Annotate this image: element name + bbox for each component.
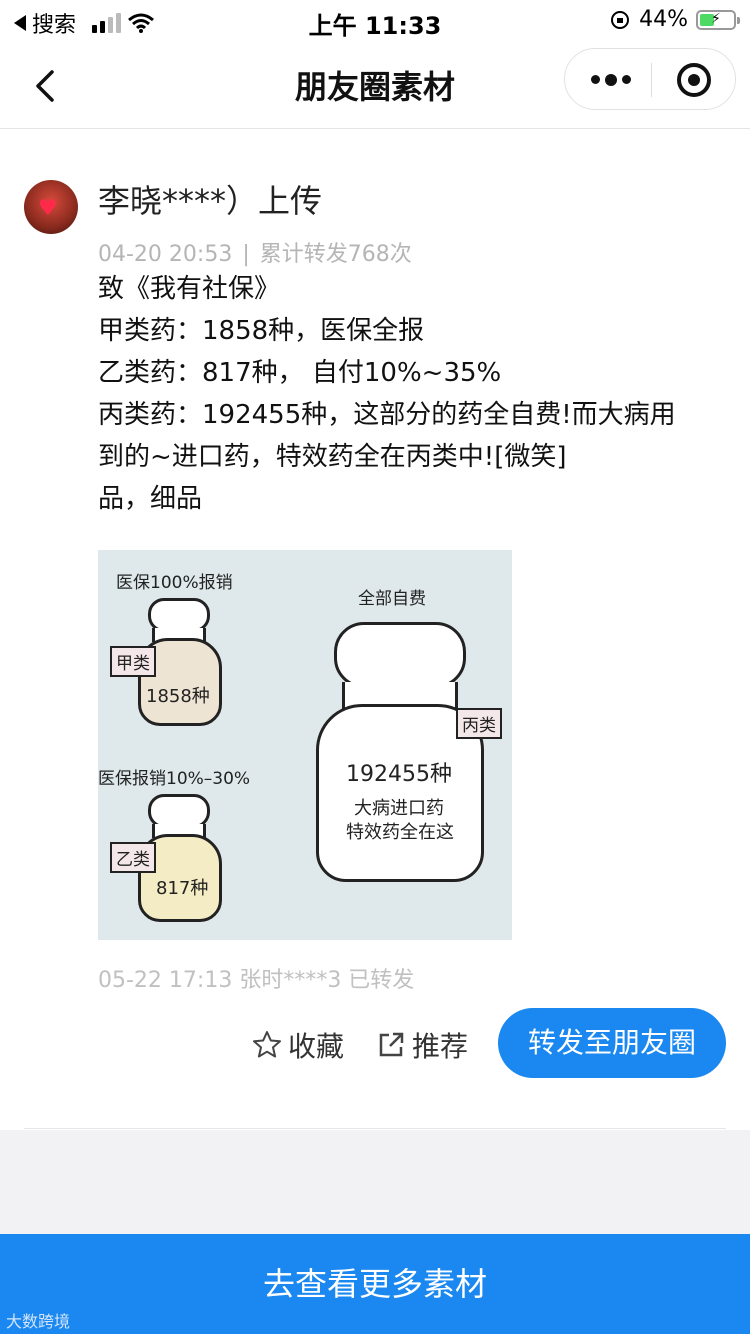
recommend-label: 推荐 bbox=[412, 1030, 469, 1063]
status-right: 44% ⚡ bbox=[609, 7, 740, 32]
count-class-b: 817种 bbox=[156, 878, 209, 899]
label-class-c: 全部自费 bbox=[358, 589, 426, 609]
post-meta: 04-20 20:53 | 累计转发768次 bbox=[98, 236, 412, 268]
tag-class-c: 丙类 bbox=[456, 708, 502, 739]
watermark-text: 大数跨境 bbox=[6, 1312, 71, 1331]
label-class-b: 医保报销10%–30% bbox=[98, 769, 251, 789]
favorite-label: 收藏 bbox=[288, 1030, 345, 1063]
desc-class-c-line2: 特效药全在这 bbox=[346, 822, 454, 843]
post-content: 致《我有社保》 甲类药：1858种，医保全报 乙类药：817种， 自付10%~3… bbox=[98, 268, 728, 520]
post-image[interactable]: 医保100%报销 甲类 1858种 医保报销10%–30% 乙类 817种 全部… bbox=[98, 550, 512, 940]
favorite-button[interactable]: 收藏 bbox=[252, 1025, 344, 1065]
nav-bar: 朋友圈素材 bbox=[0, 44, 750, 129]
share-to-moments-button[interactable]: 转发至朋友圈 bbox=[498, 1008, 726, 1078]
content-line: 品，细品 bbox=[98, 484, 203, 514]
battery-percent: 44% bbox=[639, 7, 688, 32]
uploader-name: 李晓****）上传 bbox=[98, 182, 323, 220]
content-line: 丙类药：192455种，这部分的药全自费!而大病用 bbox=[98, 400, 676, 430]
status-bar: 搜索 上午 11:33 44% ⚡ bbox=[0, 0, 750, 44]
recommend-button[interactable]: 推荐 bbox=[376, 1025, 468, 1065]
rotation-lock-icon bbox=[611, 10, 630, 29]
count-class-a: 1858种 bbox=[146, 686, 210, 707]
gray-spacer bbox=[0, 1130, 750, 1234]
star-icon bbox=[253, 1031, 281, 1058]
content-line: 甲类药：1858种，医保全报 bbox=[98, 316, 425, 346]
content-line: 乙类药：817种， 自付10%~35% bbox=[98, 358, 502, 388]
count-class-c: 192455种 bbox=[346, 762, 452, 787]
tag-class-b: 乙类 bbox=[110, 842, 156, 873]
content-line: 致《我有社保》 bbox=[98, 274, 281, 304]
label-class-a: 医保100%报销 bbox=[116, 573, 233, 593]
desc-class-c-line1: 大病进口药 bbox=[354, 798, 444, 819]
forward-count: 累计转发768次 bbox=[259, 242, 412, 267]
post-date: 04-20 20:53 bbox=[98, 242, 233, 267]
divider bbox=[24, 1128, 726, 1129]
content-line: 到的~进口药，特效药全在丙类中![微笑] bbox=[98, 442, 567, 472]
avatar[interactable]: ♥ bbox=[24, 180, 78, 234]
forward-info: 05-22 17:13 张时****3 已转发 bbox=[98, 968, 415, 993]
meta-separator: | bbox=[242, 242, 250, 267]
more-dots-icon[interactable] bbox=[591, 74, 631, 86]
share-out-icon bbox=[379, 1032, 404, 1057]
battery-icon: ⚡ bbox=[696, 9, 740, 30]
mini-program-capsule bbox=[564, 48, 736, 110]
tag-class-a: 甲类 bbox=[110, 646, 156, 677]
more-materials-button[interactable]: 去查看更多素材 bbox=[0, 1234, 750, 1334]
target-icon[interactable] bbox=[677, 63, 711, 97]
capsule-divider bbox=[651, 63, 652, 97]
